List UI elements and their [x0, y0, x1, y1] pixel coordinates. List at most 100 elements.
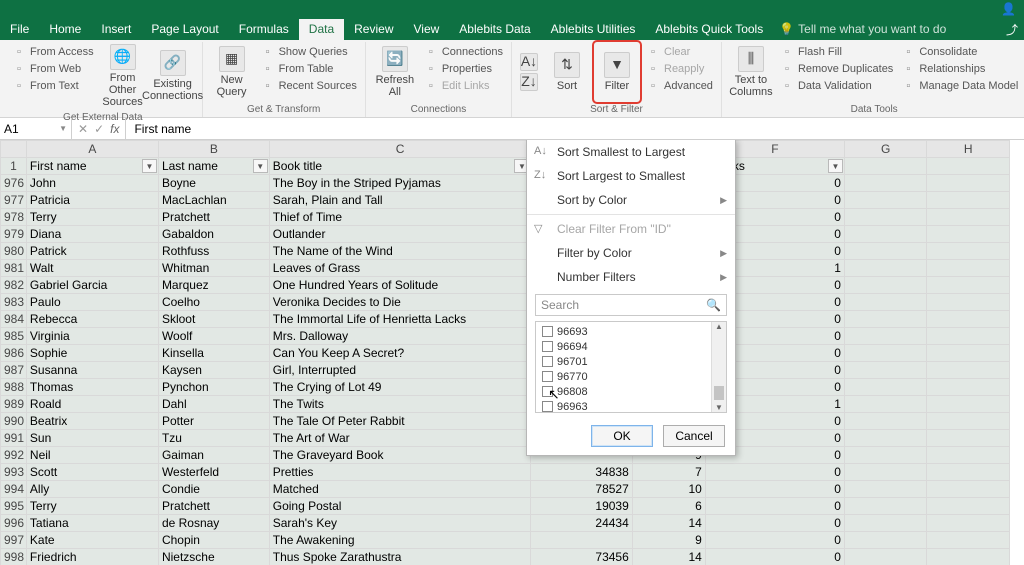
table-row[interactable]: 991SunTzuThe Art of War170	[1, 430, 1010, 447]
from-access-item[interactable]: ▫From Access	[10, 44, 96, 60]
filter-dropdown-icon[interactable]: ▼	[253, 159, 268, 173]
tab-file[interactable]: File	[0, 19, 39, 40]
grid[interactable]: ABCDEFGH 1First name▼Last name▼Book titl…	[0, 140, 1010, 565]
filter-by-color-item[interactable]: Filter by Color▶	[527, 241, 735, 265]
filter-dropdown-icon[interactable]: ▼	[828, 159, 843, 173]
table-row[interactable]: 994AllyCondieMatched78527100	[1, 481, 1010, 498]
checkbox-icon[interactable]	[542, 356, 553, 367]
tab-ablebits-data[interactable]: Ablebits Data	[449, 19, 540, 40]
table-row[interactable]: 990BeatrixPotterThe Tale Of Peter Rabbit…	[1, 413, 1010, 430]
row-header[interactable]: 989	[1, 396, 27, 413]
from-table-item[interactable]: ▫From Table	[259, 61, 359, 77]
col-header-G[interactable]: G	[844, 141, 927, 158]
number-filters-item[interactable]: Number Filters▶	[527, 265, 735, 289]
share-icon[interactable]: ⤴	[1006, 21, 1018, 38]
select-all-corner[interactable]	[1, 141, 27, 158]
table-header-first-name[interactable]: First name▼	[26, 158, 158, 175]
connections-item[interactable]: ▫Connections	[422, 44, 505, 60]
name-box[interactable]: A1 ▼	[0, 118, 72, 139]
row-header[interactable]: 979	[1, 226, 27, 243]
table-row[interactable]: 976JohnBoyneThe Boy in the Striped Pyjam…	[1, 175, 1010, 192]
table-row[interactable]: 989RoaldDahlThe Twits101	[1, 396, 1010, 413]
row-header[interactable]: 987	[1, 362, 27, 379]
row-header[interactable]: 994	[1, 481, 27, 498]
advanced-item[interactable]: ▫Advanced	[644, 78, 715, 94]
table-row[interactable]: 984RebeccaSklootThe Immortal Life of Hen…	[1, 311, 1010, 328]
recent-sources-item[interactable]: ▫Recent Sources	[259, 78, 359, 94]
row-header[interactable]: 996	[1, 515, 27, 532]
table-row[interactable]: 997KateChopinThe Awakening90	[1, 532, 1010, 549]
table-row[interactable]: 988ThomasPynchonThe Crying of Lot 4910	[1, 379, 1010, 396]
row-header[interactable]: 992	[1, 447, 27, 464]
row-header[interactable]: 990	[1, 413, 27, 430]
sort-largest-item[interactable]: Z↓ Sort Largest to Smallest	[527, 164, 735, 188]
filter-value-item[interactable]: 96963	[538, 399, 724, 413]
row-header[interactable]: 991	[1, 430, 27, 447]
tab-view[interactable]: View	[404, 19, 450, 40]
table-row[interactable]: 982Gabriel GarciaMarquezOne Hundred Year…	[1, 277, 1010, 294]
table-row[interactable]: 995TerryPratchettGoing Postal1903960	[1, 498, 1010, 515]
table-row[interactable]: 986SophieKinsellaCan You Keep A Secret?1…	[1, 345, 1010, 362]
sort-by-color-item[interactable]: Sort by Color▶	[527, 188, 735, 212]
worksheet[interactable]: ABCDEFGH 1First name▼Last name▼Book titl…	[0, 140, 1024, 565]
checkbox-icon[interactable]	[542, 341, 553, 352]
table-row[interactable]: 981WaltWhitmanLeaves of Grass151	[1, 260, 1010, 277]
table-row[interactable]: 983PauloCoelhoVeronika Decides to Die160	[1, 294, 1010, 311]
row-header[interactable]: 997	[1, 532, 27, 549]
row-header[interactable]: 981	[1, 260, 27, 277]
cancel-button[interactable]: Cancel	[663, 425, 725, 447]
row-header[interactable]: 976	[1, 175, 27, 192]
fx-icon[interactable]: fx	[110, 122, 119, 136]
checkbox-icon[interactable]	[542, 401, 553, 412]
filter-dropdown-icon[interactable]: ▼	[142, 159, 157, 173]
ok-button[interactable]: OK	[591, 425, 653, 447]
table-row[interactable]: 978TerryPratchettThief of Time30	[1, 209, 1010, 226]
filter-values-list[interactable]: 966939669496701967709680896963 (Blanks) …	[535, 321, 727, 413]
tab-formulas[interactable]: Formulas	[229, 19, 299, 40]
filter-value-item[interactable]: 96701	[538, 354, 724, 369]
refresh-all-button[interactable]: 🔄 Refresh All	[372, 42, 418, 102]
filter-value-item[interactable]: 96694	[538, 339, 724, 354]
row-header[interactable]: 978	[1, 209, 27, 226]
row-header[interactable]: 1	[1, 158, 27, 175]
table-row[interactable]: 998FriedrichNietzscheThus Spoke Zarathus…	[1, 549, 1010, 565]
account-icon[interactable]: 👤	[1001, 2, 1016, 16]
tab-data[interactable]: Data	[299, 19, 344, 40]
col-header-B[interactable]: B	[158, 141, 269, 158]
from-other-sources-button[interactable]: 🌐 From Other Sources	[100, 42, 146, 110]
existing-connections-button[interactable]: 🔗 Existing Connections	[150, 42, 196, 110]
table-row[interactable]: 992NeilGaimanThe Graveyard Book90	[1, 447, 1010, 464]
filter-search-input[interactable]: Search 🔍	[535, 294, 727, 316]
row-header[interactable]: 993	[1, 464, 27, 481]
filter-value-item[interactable]: 96808	[538, 384, 724, 399]
row-header[interactable]: 983	[1, 294, 27, 311]
cancel-formula-icon[interactable]: ✕	[78, 122, 88, 136]
tell-me[interactable]: 💡 Tell me what you want to do	[779, 22, 946, 36]
scroll-down-icon[interactable]: ▼	[712, 403, 726, 412]
relationships-item[interactable]: ▫Relationships	[899, 61, 1020, 77]
row-header[interactable]: 980	[1, 243, 27, 260]
row-header[interactable]: 977	[1, 192, 27, 209]
formula-input[interactable]: First name	[126, 122, 1024, 136]
col-header-A[interactable]: A	[26, 141, 158, 158]
table-header-last-name[interactable]: Last name▼	[158, 158, 269, 175]
from-text-item[interactable]: ▫From Text	[10, 78, 96, 94]
row-header[interactable]: 998	[1, 549, 27, 565]
scrollbar[interactable]: ▲ ▼	[711, 322, 726, 412]
tab-insert[interactable]: Insert	[91, 19, 141, 40]
tab-ablebits-utilities[interactable]: Ablebits Utilities	[541, 19, 646, 40]
text-to-columns-button[interactable]: ⫼ Text to Columns	[728, 42, 774, 102]
table-row[interactable]: 987SusannaKaysenGirl, Interrupted10	[1, 362, 1010, 379]
table-row[interactable]: 979DianaGabaldonOutlander180	[1, 226, 1010, 243]
new-query-button[interactable]: ▦ New Query	[209, 42, 255, 102]
tab-ablebits-quick-tools[interactable]: Ablebits Quick Tools	[645, 19, 773, 40]
col-header-H[interactable]: H	[927, 141, 1010, 158]
row-header[interactable]: 982	[1, 277, 27, 294]
tab-review[interactable]: Review	[344, 19, 403, 40]
checkbox-icon[interactable]	[542, 386, 553, 397]
table-row[interactable]: 977PatriciaMacLachlanSarah, Plain and Ta…	[1, 192, 1010, 209]
from-web-item[interactable]: ▫From Web	[10, 61, 96, 77]
scroll-up-icon[interactable]: ▲	[712, 322, 726, 331]
sort-button[interactable]: ⇅ Sort	[544, 42, 590, 102]
row-header[interactable]: 988	[1, 379, 27, 396]
